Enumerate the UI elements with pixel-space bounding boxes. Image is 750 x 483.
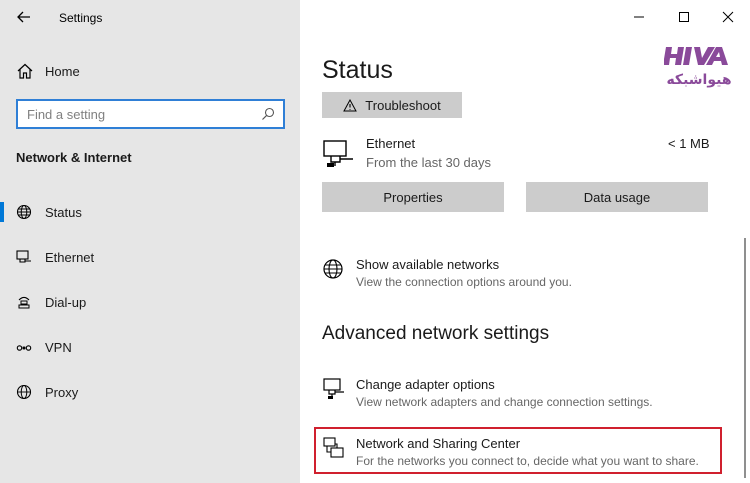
properties-label: Properties: [383, 189, 443, 205]
page-title: Status: [322, 56, 393, 84]
home-icon: [17, 63, 33, 79]
change-adapter-link[interactable]: Change adapter options: [356, 377, 495, 392]
data-usage-value: < 1 MB: [668, 136, 710, 151]
globe-icon: [16, 204, 32, 220]
sidebar-item-label: Proxy: [45, 384, 79, 400]
change-adapter-subtitle: View network adapters and change connect…: [356, 395, 653, 409]
ethernet-name: Ethernet: [366, 136, 416, 151]
sidebar-item-label: Ethernet: [45, 249, 95, 265]
sharing-center-subtitle: For the networks you connect to, decide …: [356, 454, 699, 468]
section-heading: Network & Internet: [16, 150, 132, 165]
sharing-center-icon: [323, 437, 344, 458]
minimize-icon[interactable]: [628, 6, 650, 28]
sidebar-item-label: Status: [45, 204, 82, 220]
back-arrow-icon[interactable]: [14, 7, 34, 27]
data-usage-button[interactable]: Data usage: [526, 182, 708, 212]
sharing-center-link[interactable]: Network and Sharing Center: [356, 436, 520, 451]
advanced-settings-heading: Advanced network settings: [322, 323, 550, 344]
title-bar: Settings: [0, 0, 300, 34]
adapter-icon: [323, 378, 344, 399]
globe-icon: [16, 384, 32, 400]
properties-button[interactable]: Properties: [322, 182, 504, 212]
sidebar-item-label: Dial-up: [45, 294, 87, 310]
sidebar-item-status[interactable]: Status: [0, 195, 300, 229]
sidebar-item-vpn[interactable]: VPN: [0, 330, 300, 364]
home-label: Home: [45, 63, 80, 79]
search-box[interactable]: [16, 99, 285, 129]
dialup-icon: [18, 296, 30, 309]
sidebar-item-ethernet[interactable]: Ethernet: [0, 240, 300, 274]
ethernet-subtitle: From the last 30 days: [366, 155, 491, 170]
scrollbar[interactable]: [744, 238, 746, 478]
sidebar-item-label: VPN: [45, 339, 72, 355]
sidebar-item-proxy[interactable]: Proxy: [0, 375, 300, 409]
search-icon[interactable]: [261, 107, 275, 121]
data-usage-label: Data usage: [583, 189, 651, 205]
ethernet-icon: [323, 140, 353, 167]
show-networks-link[interactable]: Show available networks: [356, 257, 499, 272]
brand-logo: هیواشبکه: [664, 47, 732, 88]
ethernet-icon: [16, 250, 31, 263]
troubleshoot-button[interactable]: Troubleshoot: [322, 92, 462, 118]
maximize-icon[interactable]: [673, 6, 695, 28]
globe-icon: [323, 259, 343, 279]
warning-icon: [343, 98, 358, 111]
vpn-icon: [16, 345, 32, 351]
show-networks-subtitle: View the connection options around you.: [356, 275, 572, 289]
app-title: Settings: [59, 11, 103, 25]
close-icon[interactable]: [717, 6, 739, 28]
troubleshoot-label: Troubleshoot: [365, 97, 441, 113]
sidebar-item-dialup[interactable]: Dial-up: [0, 285, 300, 319]
sidebar: Settings Home Network & Internet Status …: [0, 0, 300, 483]
home-link[interactable]: Home: [16, 60, 80, 82]
logo-text: هیواشبکه: [666, 72, 731, 88]
search-input[interactable]: [18, 101, 248, 127]
